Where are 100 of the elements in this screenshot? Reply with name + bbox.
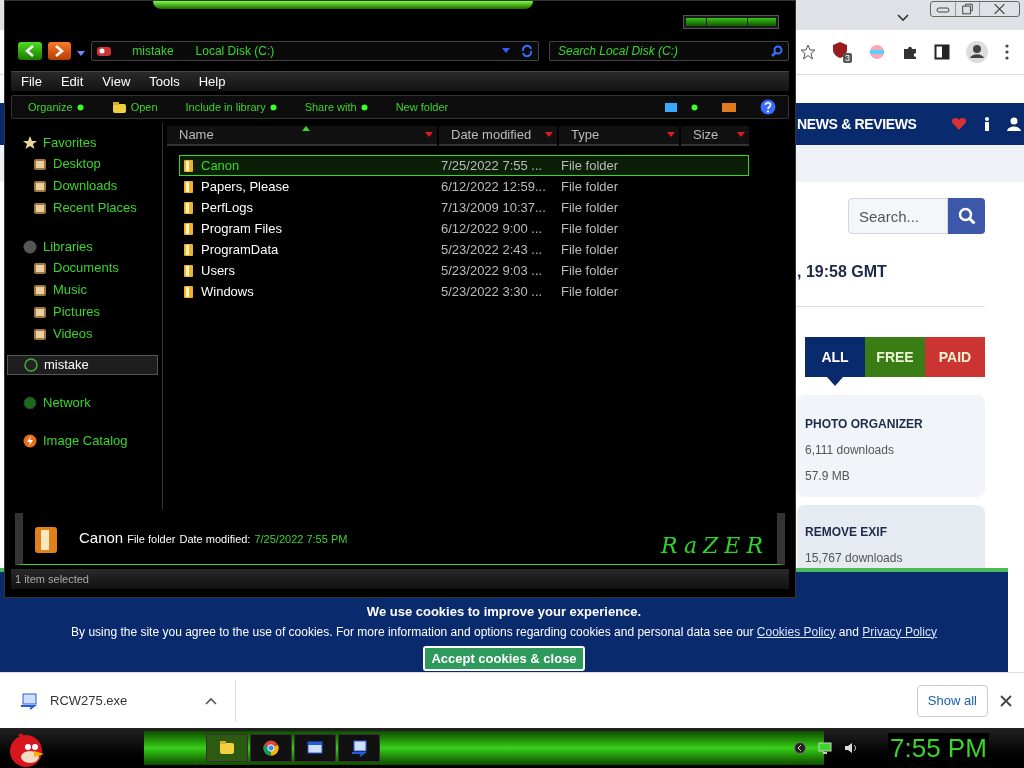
back-button[interactable] [18,42,42,60]
download-filename[interactable]: RCW275.exe [50,690,193,711]
file-row[interactable]: Users 5/23/2022 9:03 ... File folder [179,260,749,281]
nav-item[interactable]: Network [15,393,158,413]
file-row[interactable]: Papers, Please 6/12/2022 12:59... File folder [179,176,749,197]
taskbar-button[interactable] [250,734,292,762]
app-title[interactable]: REMOVE EXIF [805,523,977,541]
cookies-policy-link[interactable]: Cookies Policy [756,624,836,639]
star-icon [23,136,37,150]
refresh-icon[interactable] [520,44,534,58]
help-icon[interactable] [760,99,776,115]
dropdown-dot-icon [76,103,84,111]
info-icon[interactable] [982,117,991,131]
menu-item[interactable]: View [102,71,131,92]
file-row[interactable]: ProgramData 5/23/2022 2:43 ... File folder [179,239,749,260]
view-options-dot-icon[interactable] [691,103,698,111]
network-icon [23,396,37,410]
tab-list-icon[interactable] [896,12,910,22]
star-icon[interactable] [800,44,816,60]
sort-caret-icon [425,132,433,138]
nav-item[interactable]: Downloads [15,175,162,197]
tab-pointer [827,377,843,386]
menu-item[interactable]: Tools [149,71,180,92]
timestamp-text: , 19:58 GMT [797,262,888,282]
nav-item[interactable]: Documents [15,257,162,279]
file-row[interactable]: PerfLogs 7/13/2009 10:37... File folder [179,197,749,218]
nav-item[interactable]: Videos [15,323,162,345]
nav-item[interactable]: Favorites [15,133,158,153]
filter-tab[interactable]: FREE [865,337,925,377]
folder-icon [183,200,195,215]
column-header[interactable]: Size [681,126,749,146]
extension-badge: 3 [843,53,852,63]
show-all-button[interactable]: Show all [916,684,988,717]
dropdown-dot-icon [360,103,368,111]
nav-item[interactable]: Recent Places [15,197,162,219]
search-field[interactable]: Search Local Disk (C:) [549,41,789,61]
nav-item[interactable]: Music [15,279,162,301]
library-item-icon [33,201,47,215]
cookie-text: By using the site you agree to the use of cookies. For more information and options regarding cookies and personal data see our Cookies Policy and Privacy Policy [70,623,938,640]
puzzle-icon[interactable] [902,44,918,60]
search-button[interactable] [948,198,985,234]
folder-icon [218,739,236,757]
nav-item[interactable]: Desktop [15,153,162,175]
filter-tab[interactable]: PAID [925,337,985,377]
taskbar-button[interactable] [338,734,380,762]
profile-icon[interactable] [966,41,988,63]
speaker-icon[interactable] [844,742,858,754]
side-panel-icon[interactable] [934,44,950,60]
taskbar-button[interactable] [206,734,248,762]
nav-item[interactable]: Libraries [15,237,158,257]
site-nav-link[interactable]: NEWS & REVIEWS [797,113,917,135]
nav-item[interactable]: mistake [7,355,158,375]
user-icon[interactable] [1006,117,1021,131]
menu-item[interactable]: File [21,71,42,92]
close-button[interactable] [748,18,776,26]
history-caret-icon[interactable] [77,51,86,57]
detail-name: Canon [79,528,124,549]
preview-pane-icon[interactable] [722,102,736,112]
more-icon[interactable] [1004,44,1010,60]
command-button[interactable]: Open [111,98,158,116]
command-button[interactable]: New folder [395,98,449,116]
command-button[interactable]: Organize [28,98,84,116]
forward-button[interactable] [47,42,72,60]
installer-icon [20,691,38,710]
file-type: File folder [561,219,619,238]
app-title[interactable]: PHOTO ORGANIZER [805,415,977,433]
column-header[interactable]: Name [167,126,437,146]
address-crumb[interactable]: mistake [132,42,174,60]
file-type: File folder [561,156,619,175]
view-icon[interactable] [665,102,677,112]
taskbar-button[interactable] [294,734,336,762]
caret-up-icon[interactable] [205,696,217,705]
monitor-icon[interactable] [818,742,832,754]
sort-caret-icon [667,132,675,138]
dropdown-caret-icon[interactable] [502,48,510,54]
maximize-button[interactable] [707,18,747,26]
privacy-policy-link[interactable]: Privacy Policy [862,624,937,639]
command-button[interactable]: Share with [304,98,368,116]
detail-label: Date modified: [179,532,251,548]
command-button[interactable]: Include in library [185,98,277,116]
file-row[interactable]: Program Files 6/12/2022 9:00 ... File folder [179,218,749,239]
nav-item[interactable]: Image Catalog [15,431,158,451]
address-bar[interactable]: mistake Local Disk (C:) [91,41,539,61]
folder-icon [183,263,195,278]
address-crumb[interactable]: Local Disk (C:) [195,42,275,60]
heart-icon[interactable] [950,117,967,131]
file-date: 6/12/2022 9:00 ... [441,219,544,238]
library-item-icon [33,327,47,341]
menu-item[interactable]: Edit [60,71,84,92]
nav-item[interactable]: Pictures [15,301,162,323]
column-header[interactable]: Date modified [439,126,557,146]
file-row[interactable]: Windows 5/23/2022 3:30 ... File folder [179,281,749,302]
file-row[interactable]: Canon 7/25/2022 7:55 ... File folder [179,155,749,176]
accept-cookies-button[interactable]: Accept cookies & close [423,645,585,671]
column-header[interactable]: Type [559,126,679,146]
shield-icon[interactable] [832,41,848,59]
folder-icon [111,100,127,114]
menu-item[interactable]: Help [198,71,226,92]
minimize-button[interactable] [686,18,706,26]
close-icon[interactable] [1000,694,1012,707]
